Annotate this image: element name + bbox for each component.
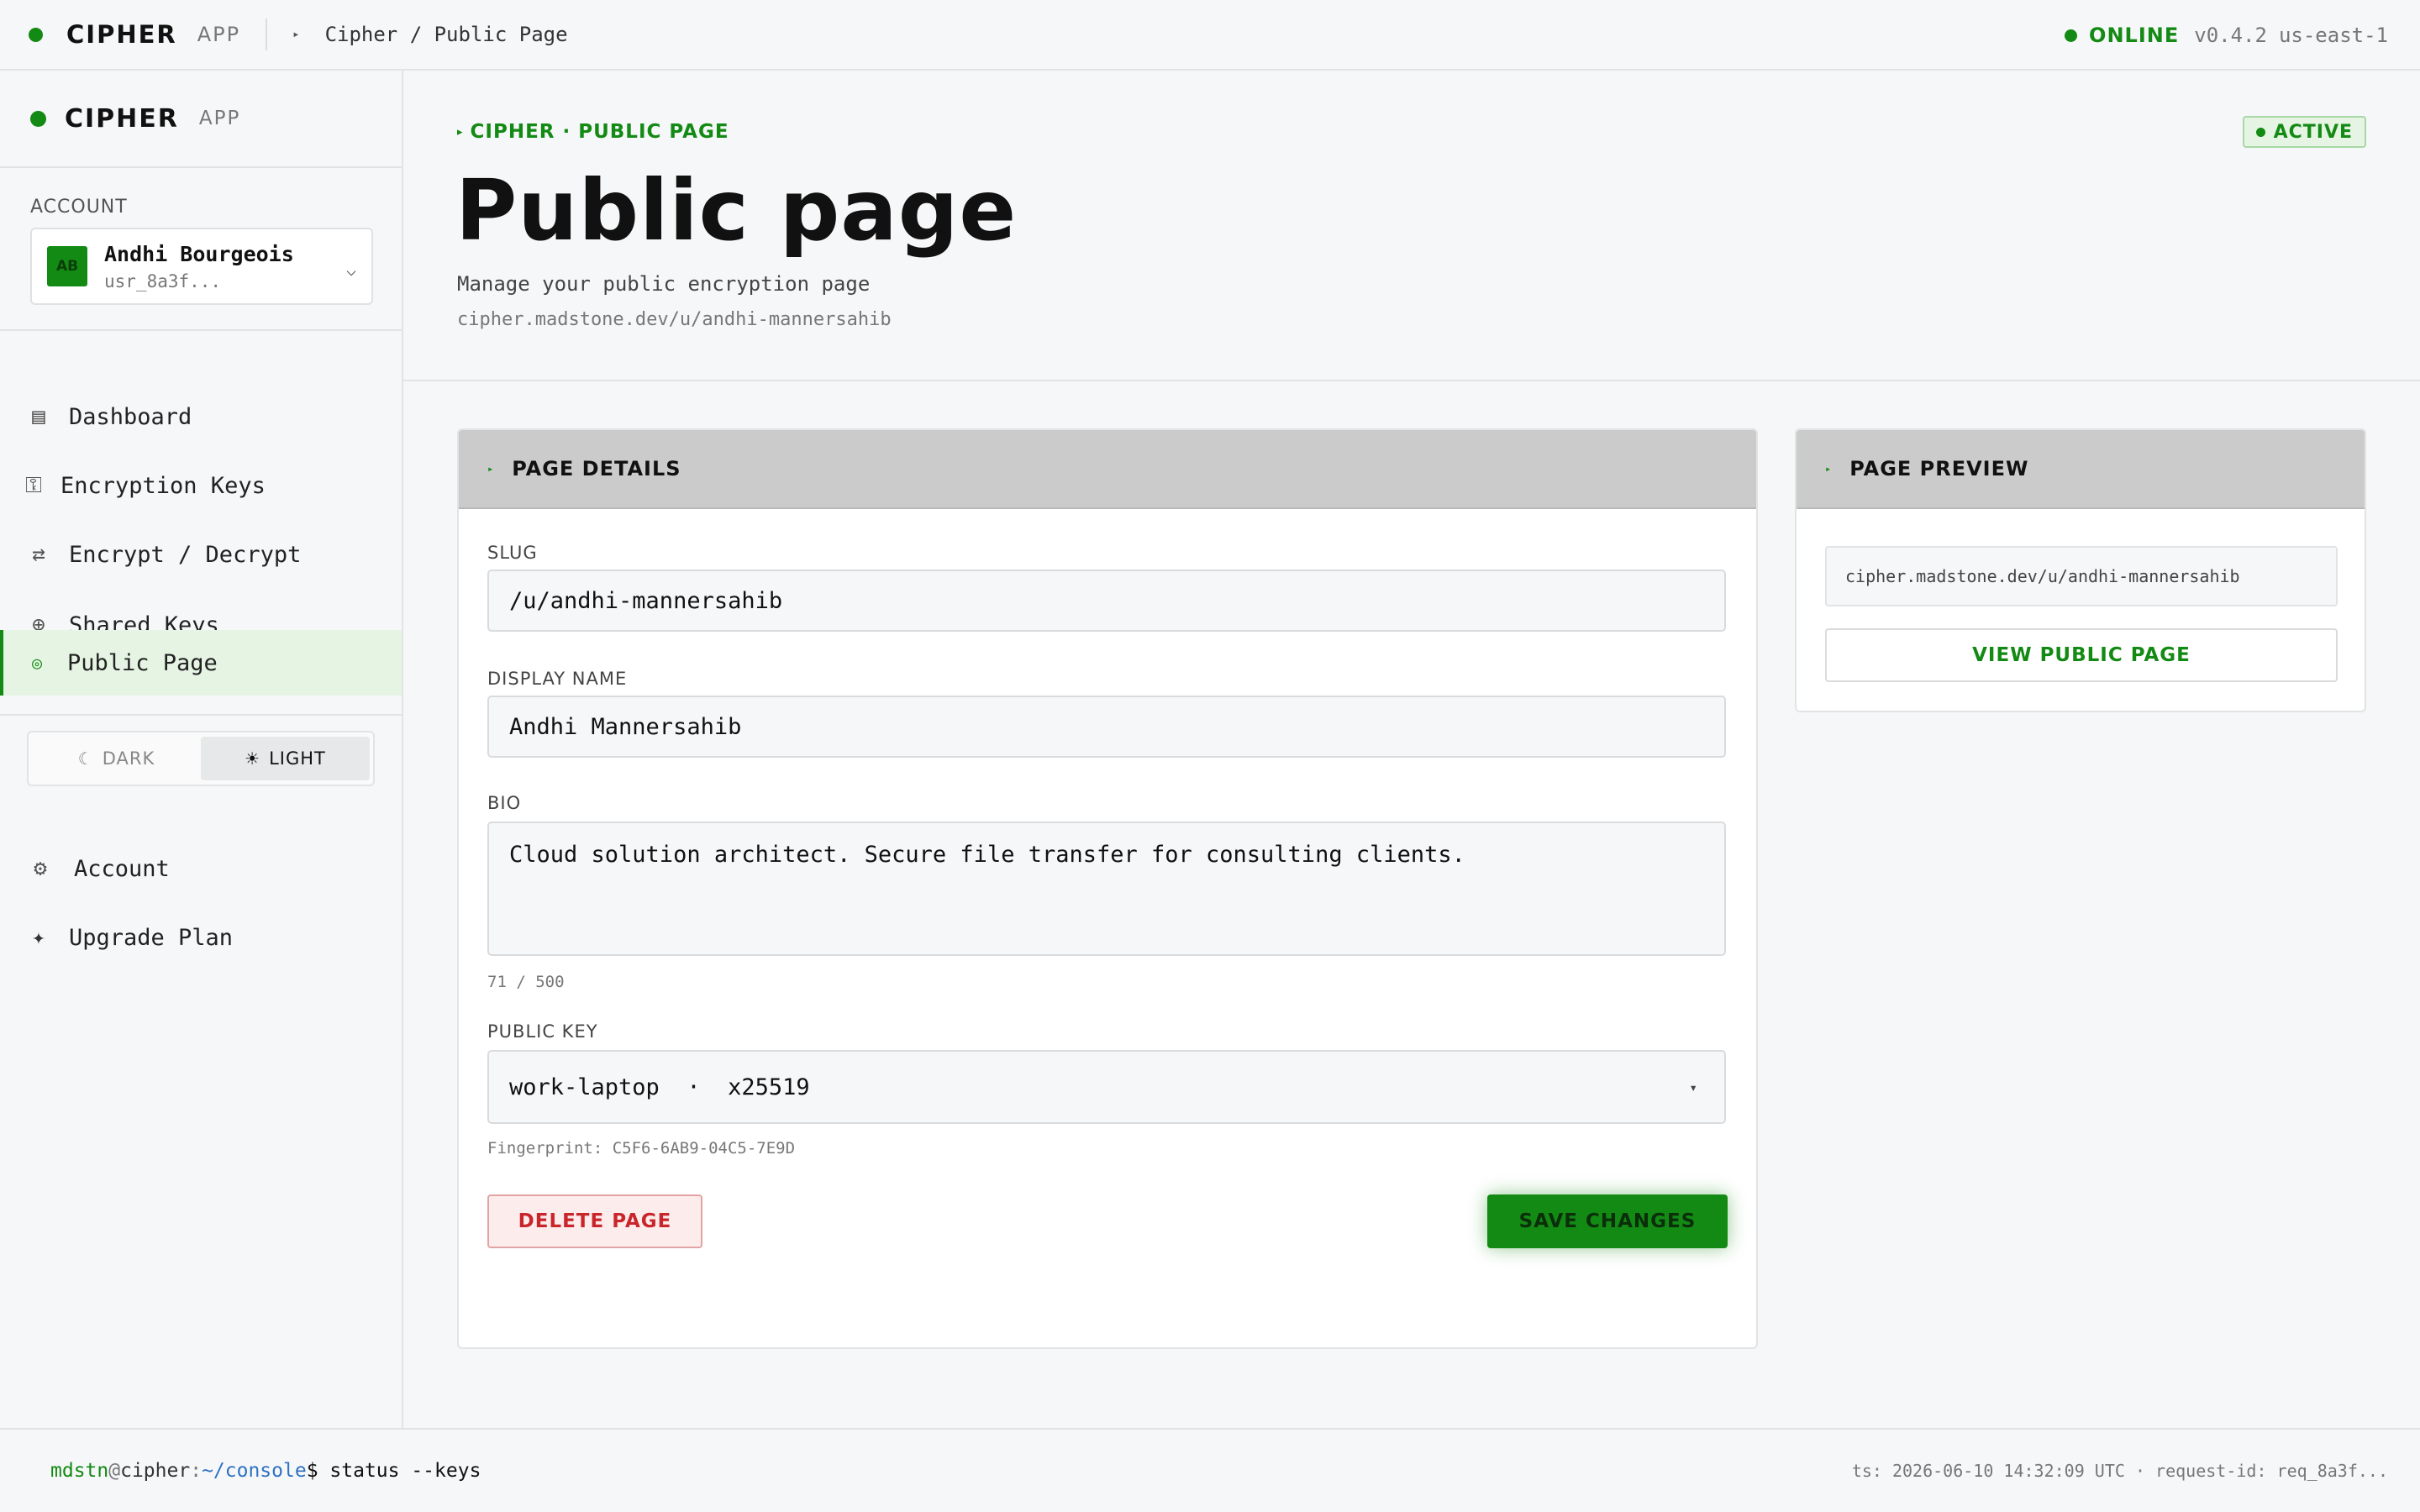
terminal-prompt[interactable]: mdstn@cipher:~/console$ status --keys bbox=[50, 1460, 481, 1482]
sidebar-item-label: Encryption Keys bbox=[60, 472, 266, 499]
slug-label: SLUG bbox=[487, 543, 538, 563]
theme-light-label: LIGHT bbox=[269, 748, 326, 769]
sidebar-item-encryption-keys[interactable]: ⚿ Encryption Keys bbox=[0, 454, 402, 517]
page-title: Public page bbox=[455, 161, 1018, 260]
sidebar-item-dashboard[interactable]: ▤ Dashboard bbox=[0, 385, 402, 449]
theme-toggle: ☾ DARK ☀ LIGHT bbox=[27, 731, 375, 786]
sparkle-icon: ✦ bbox=[32, 925, 45, 950]
status-badge-text: ACTIVE bbox=[2273, 121, 2353, 143]
page-preview-panel: ▸ PAGE PREVIEW cipher.madstone.dev/u/and… bbox=[1795, 428, 2366, 712]
online-dot-icon bbox=[2065, 29, 2078, 42]
caret-down-icon: ▾ bbox=[1689, 1079, 1697, 1095]
sidebar-item-account[interactable]: ⚙ Account bbox=[0, 837, 402, 900]
page-subtitle: Manage your public encryption page bbox=[457, 272, 871, 296]
divider bbox=[0, 714, 402, 716]
avatar: AB bbox=[47, 246, 87, 286]
preview-url: cipher.madstone.dev/u/andhi-mannersahib bbox=[1825, 546, 2338, 606]
divider bbox=[0, 329, 402, 331]
panel-title: PAGE PREVIEW bbox=[1849, 457, 2029, 480]
moon-icon: ☾ bbox=[77, 748, 94, 769]
active-dot-icon bbox=[2255, 127, 2265, 137]
region: us-east-1 bbox=[2278, 24, 2388, 47]
prompt-user: mdstn bbox=[50, 1460, 109, 1482]
panel-header: ▸ PAGE DETAILS bbox=[459, 430, 1756, 509]
target-icon: ◎ bbox=[31, 653, 43, 673]
key-icon: ⚿ bbox=[25, 472, 42, 498]
account-section-label: ACCOUNT bbox=[30, 197, 128, 218]
prompt-host: cipher bbox=[120, 1460, 191, 1482]
grid-icon: ▤ bbox=[32, 404, 45, 429]
public-key-select[interactable]: work-laptop · x25519 ▾ bbox=[487, 1050, 1726, 1124]
theme-light-button[interactable]: ☀ LIGHT bbox=[201, 737, 370, 780]
prompt-colon: : bbox=[190, 1460, 203, 1482]
page-details-panel: ▸ PAGE DETAILS SLUG /u/andhi-mannersahib… bbox=[457, 428, 1758, 1349]
top-bar-status: ONLINE v0.4.2 us-east-1 bbox=[2065, 0, 2388, 71]
brand-dot-icon bbox=[29, 27, 43, 42]
bio-textarea[interactable]: Cloud solution architect. Secure file tr… bbox=[487, 822, 1726, 956]
display-name-label: DISPLAY NAME bbox=[487, 669, 628, 689]
slug-input[interactable]: /u/andhi-mannersahib bbox=[487, 570, 1726, 632]
page-eyebrow-text: CIPHER · PUBLIC PAGE bbox=[470, 121, 729, 143]
sidebar-item-public-page[interactable]: ◎ Public Page bbox=[0, 630, 402, 696]
account-id: usr_8a3f... bbox=[104, 270, 222, 291]
page-eyebrow: ▸ CIPHER · PUBLIC PAGE bbox=[457, 121, 729, 143]
sidebar-item-label: Account bbox=[74, 855, 170, 882]
swap-arrows-icon: ⇄ bbox=[32, 542, 45, 567]
theme-dark-label: DARK bbox=[102, 748, 155, 769]
divider bbox=[266, 18, 268, 50]
sidebar-item-upgrade-plan[interactable]: ✦ Upgrade Plan bbox=[0, 906, 402, 969]
prompt-command: status --keys bbox=[329, 1460, 481, 1482]
sidebar-item-label: Encrypt / Decrypt bbox=[69, 541, 302, 568]
public-key-selected: work-laptop · x25519 bbox=[509, 1074, 810, 1100]
triangle-icon: ▸ bbox=[1825, 463, 1832, 475]
sidebar-brand: CIPHER APP bbox=[0, 71, 402, 168]
breadcrumb: Cipher / Public Page bbox=[324, 23, 568, 46]
sidebar-item-label: Dashboard bbox=[69, 403, 192, 430]
view-public-page-button[interactable]: VIEW PUBLIC PAGE bbox=[1825, 628, 2338, 682]
delete-page-button[interactable]: DELETE PAGE bbox=[487, 1194, 702, 1248]
triangle-icon: ▸ bbox=[487, 463, 494, 475]
panel-header: ▸ PAGE PREVIEW bbox=[1797, 430, 2365, 509]
chevron-down-icon: ⌵ bbox=[345, 260, 356, 280]
breadcrumb-arrow-icon: ▸ bbox=[292, 28, 300, 41]
key-fingerprint: Fingerprint: C5F6-6AB9-04C5-7E9D bbox=[487, 1139, 796, 1158]
prompt-dollar: $ bbox=[306, 1460, 318, 1482]
brand-name: CIPHER bbox=[65, 103, 179, 134]
prompt-path: ~/console bbox=[202, 1460, 307, 1482]
brand-sub: APP bbox=[197, 23, 241, 46]
sun-icon: ☀ bbox=[245, 748, 261, 769]
page-url: cipher.madstone.dev/u/andhi-mannersahib bbox=[457, 309, 892, 330]
brand-name: CIPHER bbox=[66, 20, 177, 49]
page-header: ▸ CIPHER · PUBLIC PAGE Public page Manage… bbox=[403, 71, 2420, 381]
bio-label: BIO bbox=[487, 793, 522, 813]
terminal-footer: mdstn@cipher:~/console$ status --keys ts… bbox=[0, 1428, 2420, 1512]
top-bar: CIPHER APP ▸ Cipher / Public Page ONLINE… bbox=[0, 0, 2420, 71]
connection-status: ONLINE bbox=[2089, 24, 2180, 47]
triangle-icon: ▸ bbox=[457, 126, 464, 139]
account-name: Andhi Bourgeois bbox=[104, 241, 294, 266]
brand-sub: APP bbox=[198, 108, 241, 129]
account-switcher[interactable]: AB Andhi Bourgeois usr_8a3f... ⌵ bbox=[30, 228, 373, 305]
status-badge: ACTIVE bbox=[2242, 116, 2366, 148]
public-key-label: PUBLIC KEY bbox=[487, 1021, 598, 1042]
theme-dark-button[interactable]: ☾ DARK bbox=[32, 737, 201, 780]
sidebar-item-encrypt-decrypt[interactable]: ⇄ Encrypt / Decrypt bbox=[0, 522, 402, 586]
bio-char-count: 71 / 500 bbox=[487, 973, 565, 991]
brand-dot-icon bbox=[30, 110, 46, 127]
display-name-input[interactable]: Andhi Mannersahib bbox=[487, 696, 1726, 758]
sidebar-item-label: Public Page bbox=[67, 649, 218, 676]
sidebar: CIPHER APP ACCOUNT AB Andhi Bourgeois us… bbox=[0, 71, 403, 1428]
save-changes-button[interactable]: SAVE CHANGES bbox=[1487, 1194, 1728, 1248]
version: v0.4.2 bbox=[2194, 24, 2267, 47]
panel-title: PAGE DETAILS bbox=[512, 457, 681, 480]
gear-icon: ⚙ bbox=[34, 856, 47, 881]
main-content: ▸ CIPHER · PUBLIC PAGE Public page Manage… bbox=[403, 71, 2420, 1428]
top-bar-brand: CIPHER APP ▸ Cipher / Public Page bbox=[0, 18, 568, 50]
prompt-at: @ bbox=[108, 1460, 121, 1482]
request-meta: ts: 2026-06-10 14:32:09 UTC · request-id… bbox=[1851, 1461, 2388, 1481]
sidebar-item-label: Upgrade Plan bbox=[69, 924, 234, 951]
